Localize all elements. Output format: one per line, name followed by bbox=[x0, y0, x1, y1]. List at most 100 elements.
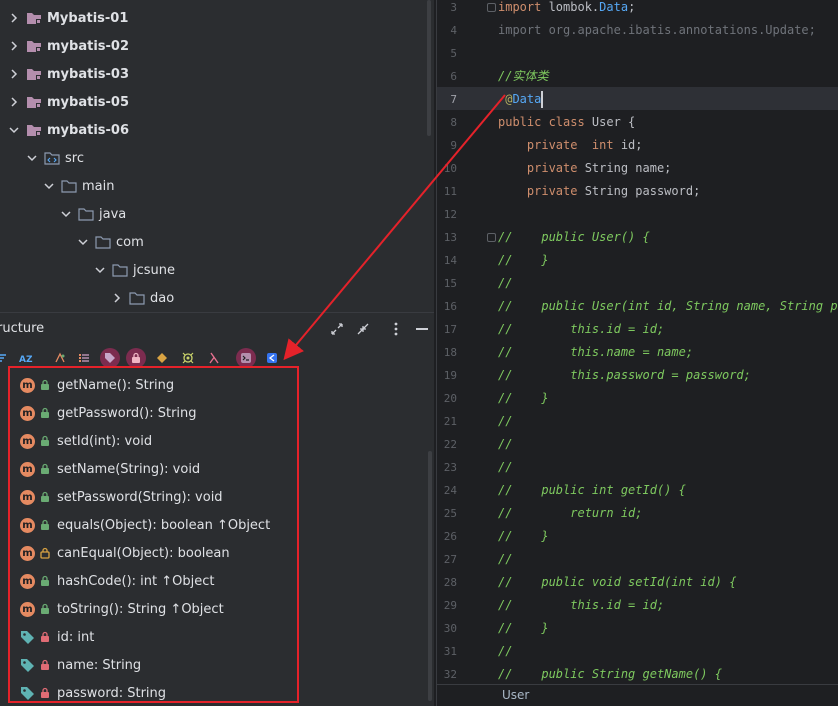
code-line[interactable]: // bbox=[498, 640, 512, 663]
code-line[interactable]: // this.name = name; bbox=[498, 341, 693, 364]
sort-visibility-icon[interactable] bbox=[0, 348, 14, 368]
code-line[interactable]: // bbox=[498, 548, 512, 571]
member-label: password: String bbox=[57, 685, 167, 701]
method-item[interactable]: m setId(int): void bbox=[20, 427, 152, 455]
code-token: // public void setId(int id) { bbox=[498, 575, 737, 589]
tree-item-mybatis-02[interactable]: mybatis-02 bbox=[8, 32, 129, 60]
chevron-down-icon[interactable] bbox=[26, 152, 38, 164]
code-line[interactable]: private String password; bbox=[498, 180, 700, 203]
fold-marker-icon[interactable] bbox=[487, 3, 496, 12]
code-line[interactable]: // this.password = password; bbox=[498, 364, 751, 387]
code-editor[interactable]: 3 4 5 6 7 8 9 10 11 12 13 14 15 16 17 18 19 20 21 22 23 24 25 2… bbox=[436, 0, 838, 706]
method-item[interactable]: m setPassword(String): void bbox=[20, 483, 223, 511]
chevron-right-icon[interactable] bbox=[8, 12, 20, 24]
tree-item-label: src bbox=[65, 150, 84, 166]
chevron-right-icon[interactable] bbox=[111, 292, 123, 304]
code-line[interactable]: // } bbox=[498, 617, 549, 640]
tree-item-label: com bbox=[116, 234, 144, 250]
method-item[interactable]: m getName(): String bbox=[20, 371, 174, 399]
code-line[interactable]: // return id; bbox=[498, 502, 643, 525]
line-number: 5 bbox=[450, 47, 457, 60]
code-line[interactable]: // public User(int id, String name, Stri… bbox=[498, 295, 838, 318]
tree-item-src[interactable]: src bbox=[26, 144, 84, 172]
chevron-right-icon[interactable] bbox=[8, 68, 20, 80]
chevron-down-icon[interactable] bbox=[60, 208, 72, 220]
tree-item-mybatis-06[interactable]: mybatis-06 bbox=[8, 116, 129, 144]
tree-item-com[interactable]: com bbox=[77, 228, 144, 256]
more-options-icon[interactable] bbox=[386, 319, 406, 339]
field-item[interactable]: id: int bbox=[20, 623, 94, 651]
code-line[interactable]: import lombok.Data; bbox=[498, 0, 635, 19]
code-line[interactable]: public class User { bbox=[498, 111, 635, 134]
show-non-public-icon[interactable] bbox=[126, 348, 146, 368]
fold-marker-icon[interactable] bbox=[487, 233, 496, 242]
code-line[interactable]: // bbox=[498, 410, 512, 433]
code-line[interactable]: @Data bbox=[498, 88, 541, 111]
show-inherited-icon[interactable] bbox=[74, 348, 94, 368]
sort-alphabetically-icon[interactable]: AZ bbox=[16, 348, 36, 368]
code-token: // } bbox=[498, 529, 549, 543]
method-item[interactable]: m canEqual(Object): boolean bbox=[20, 539, 230, 567]
tree-item-label: mybatis-02 bbox=[47, 38, 129, 54]
field-item[interactable]: password: String bbox=[20, 679, 166, 706]
tree-item-main[interactable]: main bbox=[43, 172, 114, 200]
collapse-all-icon[interactable] bbox=[353, 319, 373, 339]
method-item[interactable]: m toString(): String ↑Object bbox=[20, 595, 224, 623]
code-line[interactable]: // public int getId() { bbox=[498, 479, 686, 502]
module-folder-icon bbox=[26, 124, 42, 137]
code-line[interactable]: // bbox=[498, 456, 512, 479]
code-line[interactable]: // this.id = id; bbox=[498, 594, 664, 617]
line-number: 32 bbox=[443, 668, 457, 681]
code-line[interactable]: // bbox=[498, 433, 512, 456]
code-line[interactable]: // bbox=[498, 272, 512, 295]
breadcrumb-class[interactable]: User bbox=[502, 688, 529, 702]
tree-item-dao[interactable]: dao bbox=[111, 284, 174, 312]
code-line[interactable]: // public User() { bbox=[498, 226, 650, 249]
code-token: String password; bbox=[577, 184, 701, 198]
tree-item-mybatis-05[interactable]: mybatis-05 bbox=[8, 88, 129, 116]
method-item[interactable]: m hashCode(): int ↑Object bbox=[20, 567, 214, 595]
folder-icon bbox=[61, 179, 77, 193]
show-lambdas-icon[interactable] bbox=[152, 348, 172, 368]
chevron-right-icon[interactable] bbox=[8, 96, 20, 108]
project-tree-scrollbar[interactable] bbox=[427, 0, 431, 136]
code-line[interactable]: // } bbox=[498, 249, 549, 272]
chevron-right-icon[interactable] bbox=[8, 40, 20, 52]
minimize-icon[interactable] bbox=[412, 319, 432, 339]
method-item[interactable]: m getPassword(): String bbox=[20, 399, 197, 427]
chevron-down-icon[interactable] bbox=[94, 264, 106, 276]
tree-item-java[interactable]: java bbox=[60, 200, 126, 228]
chevron-down-icon[interactable] bbox=[43, 180, 55, 192]
code-line[interactable]: // } bbox=[498, 525, 549, 548]
show-toplevel-icon[interactable] bbox=[236, 348, 256, 368]
tree-item-mybatis-03[interactable]: mybatis-03 bbox=[8, 60, 129, 88]
method-item[interactable]: m setName(String): void bbox=[20, 455, 200, 483]
code-token: // this.id = id; bbox=[498, 598, 665, 612]
chevron-down-icon[interactable] bbox=[8, 124, 20, 136]
module-folder-icon bbox=[26, 96, 42, 109]
code-line[interactable]: private String name; bbox=[498, 157, 672, 180]
code-token: // } bbox=[498, 391, 549, 405]
lambda-icon[interactable] bbox=[204, 348, 224, 368]
code-token: // public int getId() { bbox=[498, 483, 686, 497]
chevron-down-icon[interactable] bbox=[77, 236, 89, 248]
code-token: //实体类 bbox=[498, 69, 549, 83]
code-line[interactable]: // this.id = id; bbox=[498, 318, 664, 341]
code-line[interactable]: private int id; bbox=[498, 134, 643, 157]
expand-all-icon[interactable] bbox=[327, 319, 347, 339]
tree-item-jcsune[interactable]: jcsune bbox=[94, 256, 175, 284]
member-label: getName(): String bbox=[57, 377, 175, 393]
tree-item-mybatis-01[interactable]: Mybatis-01 bbox=[8, 4, 128, 32]
code-line[interactable]: // } bbox=[498, 387, 549, 410]
autoscroll-from-source-icon[interactable] bbox=[262, 348, 282, 368]
show-properties-icon[interactable] bbox=[50, 348, 70, 368]
show-anonymous-icon[interactable] bbox=[178, 348, 198, 368]
code-line[interactable]: //实体类 bbox=[498, 65, 548, 88]
code-line[interactable]: // public void setId(int id) { bbox=[498, 571, 736, 594]
structure-scrollbar[interactable] bbox=[428, 451, 432, 701]
code-line[interactable]: // public String getName() { bbox=[498, 663, 722, 686]
field-item[interactable]: name: String bbox=[20, 651, 141, 679]
code-line[interactable]: import org.apache.ibatis.annotations.Upd… bbox=[498, 19, 816, 42]
method-item[interactable]: m equals(Object): boolean ↑Object bbox=[20, 511, 270, 539]
show-fields-icon[interactable] bbox=[100, 348, 120, 368]
